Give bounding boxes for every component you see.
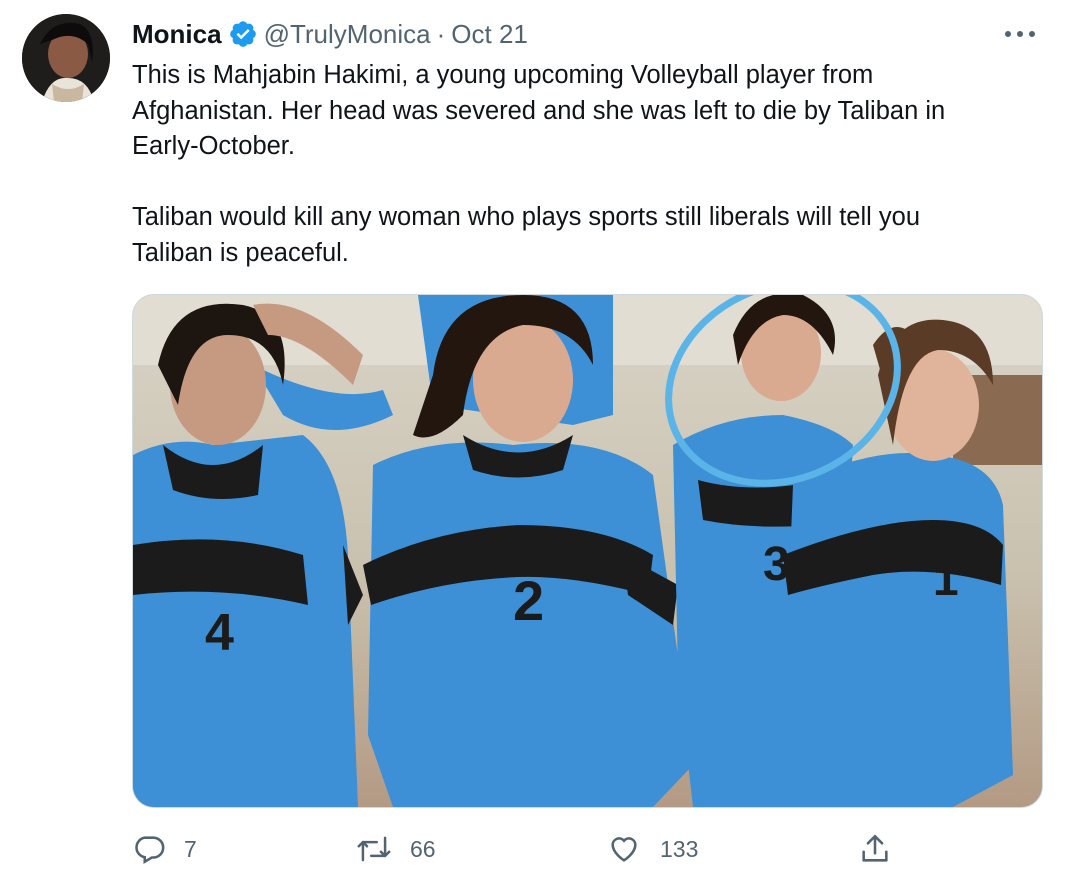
tweet-date[interactable]: Oct 21 xyxy=(451,19,528,50)
reply-icon xyxy=(132,832,166,866)
jersey-number-4: 4 xyxy=(205,604,234,662)
reply-button[interactable]: 7 xyxy=(132,828,197,870)
like-button[interactable]: 133 xyxy=(606,828,698,870)
author-avatar[interactable] xyxy=(22,14,110,102)
author-name[interactable]: Monica xyxy=(132,19,222,50)
retweet-button[interactable]: 66 xyxy=(356,828,436,870)
share-icon xyxy=(858,832,892,866)
tweet-text: This is Mahjabin Hakimi, a young upcomin… xyxy=(132,61,946,267)
retweet-count: 66 xyxy=(410,835,436,862)
reply-count: 7 xyxy=(184,835,197,862)
heart-icon xyxy=(606,832,642,866)
share-button[interactable] xyxy=(858,828,892,870)
like-count: 133 xyxy=(660,835,699,862)
verified-badge-icon xyxy=(228,19,258,49)
header-separator: · xyxy=(436,18,446,49)
tweet-photo[interactable]: 4 2 3 1 xyxy=(132,294,1043,808)
retweet-icon xyxy=(356,832,392,866)
jersey-number-2: 2 xyxy=(513,569,544,632)
jersey-number-1: 1 xyxy=(933,553,959,605)
tweet-actions: 7 66 133 xyxy=(132,828,1041,870)
tweet-header: Monica @TrulyMonica · Oct 21 xyxy=(132,16,528,52)
more-options-icon[interactable] xyxy=(1000,22,1040,46)
author-handle[interactable]: @TrulyMonica xyxy=(264,19,431,50)
